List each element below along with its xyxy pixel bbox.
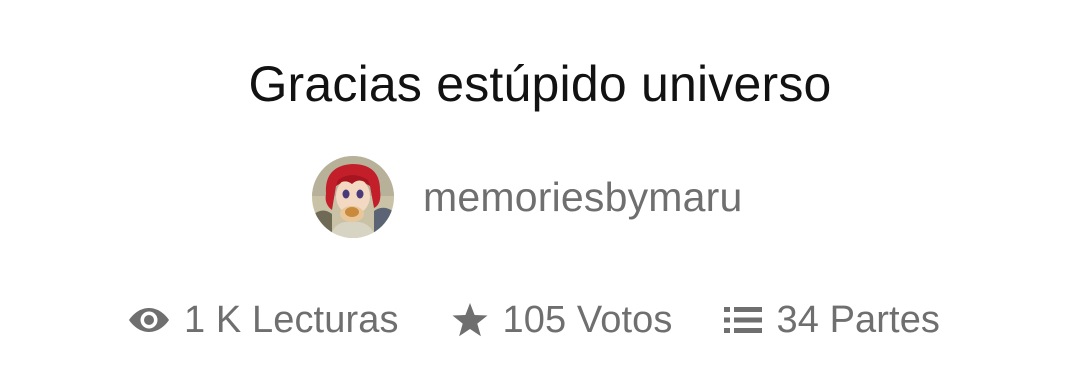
stat-parts: 34 Partes: [724, 299, 940, 342]
list-icon: [724, 305, 763, 335]
story-stats: 1 K Lecturas 105 Votos 34 Partes: [128, 294, 940, 346]
story-title: Gracias estúpido universo: [248, 56, 832, 112]
story-header: Gracias estúpido universo memoriesbymaru…: [0, 0, 1080, 381]
stat-parts-label: 34 Partes: [776, 298, 941, 341]
author-link[interactable]: memoriesbymaru: [312, 156, 743, 238]
stat-reads-label: 1 K Lecturas: [184, 298, 399, 341]
stat-votes: 105 Votos: [451, 299, 673, 342]
author-username[interactable]: memoriesbymaru: [423, 174, 743, 221]
star-icon: [451, 302, 489, 338]
author-avatar[interactable]: [312, 156, 394, 238]
stat-reads: 1 K Lecturas: [128, 299, 399, 342]
avatar-image: [312, 156, 394, 238]
eye-icon: [128, 305, 170, 335]
stat-votes-label: 105 Votos: [502, 298, 673, 341]
